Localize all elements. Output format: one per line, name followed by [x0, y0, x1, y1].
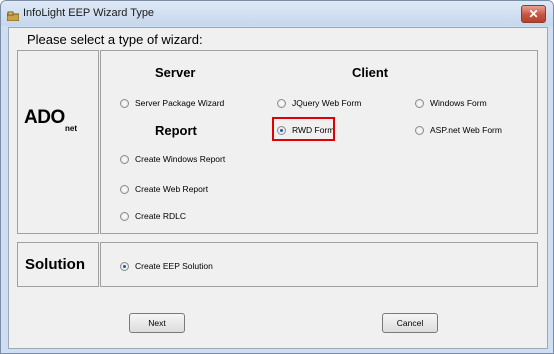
wizard-window: InfoLight EEP Wizard Type ✕ Please selec…	[0, 0, 554, 354]
radio-indicator[interactable]	[120, 154, 129, 164]
ado-panel: ADO net	[17, 50, 99, 234]
radio-indicator[interactable]	[415, 98, 424, 108]
ado-net-logo: ADO net	[24, 107, 88, 147]
radio-label: Server Package Wizard	[135, 98, 225, 108]
radio-create-eep-solution[interactable]: Create EEP Solution	[120, 261, 213, 271]
radio-indicator[interactable]	[120, 261, 129, 271]
radio-server-package-wizard[interactable]: Server Package Wizard	[120, 98, 224, 108]
radio-label: Windows Form	[430, 98, 487, 108]
radio-label: Create RDLC	[135, 211, 187, 221]
close-icon: ✕	[528, 7, 539, 21]
client-heading: Client	[352, 65, 389, 80]
radio-create-windows-report[interactable]: Create Windows Report	[120, 154, 225, 164]
wizard-options-panel: Server Client Report Server Package Wiza…	[100, 50, 538, 234]
app-icon	[6, 8, 20, 22]
radio-indicator[interactable]	[120, 211, 129, 221]
cancel-button[interactable]: Cancel	[382, 313, 438, 333]
radio-create-web-report[interactable]: Create Web Report	[120, 184, 208, 194]
title-bar: InfoLight EEP Wizard Type ✕	[1, 1, 553, 26]
next-button[interactable]: Next	[129, 313, 185, 333]
radio-indicator[interactable]	[415, 125, 424, 135]
window-title: InfoLight EEP Wizard Type	[23, 7, 155, 19]
close-button[interactable]: ✕	[521, 5, 546, 23]
solution-label: Solution	[25, 256, 85, 273]
radio-create-rdlc[interactable]: Create RDLC	[120, 211, 186, 221]
radio-windows-form[interactable]: Windows Form	[415, 98, 487, 108]
solution-panel: Solution	[17, 242, 99, 287]
radio-aspnet-web-form[interactable]: ASP.net Web Form	[415, 125, 502, 135]
server-heading: Server	[155, 65, 196, 80]
radio-indicator[interactable]	[277, 98, 286, 108]
ado-logo-sub: net	[65, 124, 77, 133]
dialog-body: Please select a type of wizard: ADO net …	[8, 27, 548, 349]
radio-label: Create Web Report	[135, 184, 209, 194]
solution-options-panel: Create EEP Solution	[100, 242, 538, 287]
radio-label: ASP.net Web Form	[430, 125, 502, 135]
report-heading: Report	[155, 123, 197, 138]
radio-indicator[interactable]	[120, 184, 129, 194]
radio-label: Create Windows Report	[135, 154, 226, 164]
radio-jquery-web-form[interactable]: JQuery Web Form	[277, 98, 361, 108]
prompt-text: Please select a type of wizard:	[27, 32, 203, 47]
radio-label: JQuery Web Form	[292, 98, 362, 108]
ado-logo-main: ADO	[24, 107, 65, 128]
radio-label: Create EEP Solution	[135, 261, 213, 271]
rwd-form-highlight	[272, 117, 335, 141]
radio-indicator[interactable]	[120, 98, 129, 108]
